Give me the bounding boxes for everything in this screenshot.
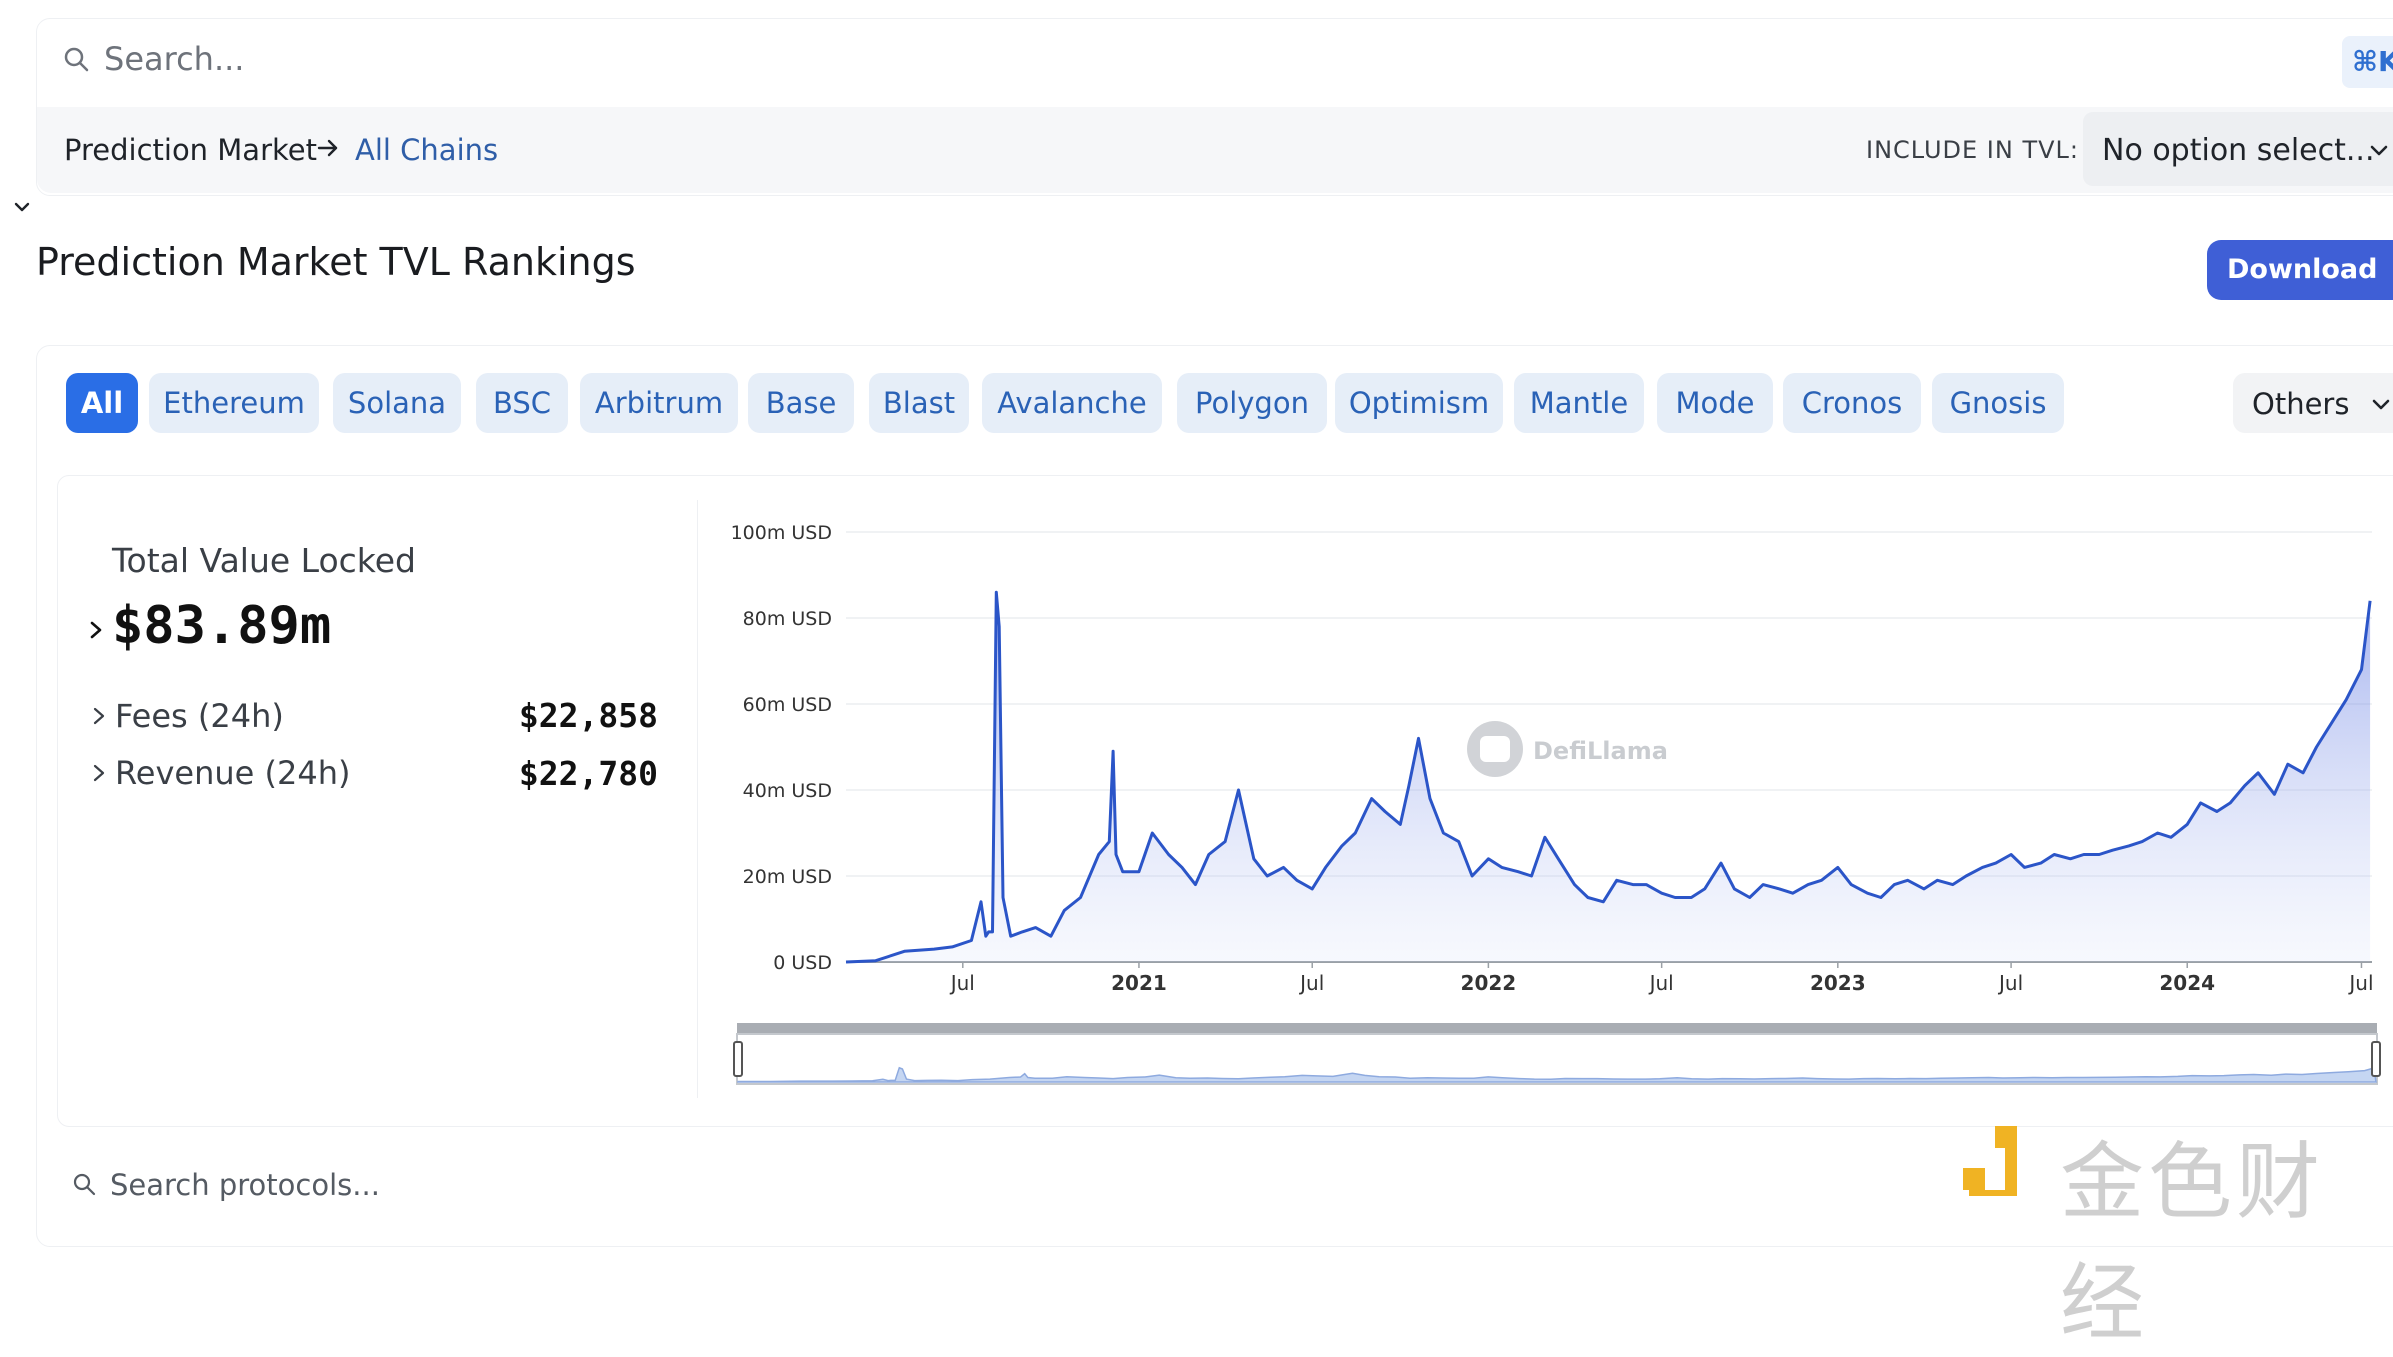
chevron-down-icon <box>2372 399 2390 410</box>
jinse-logo-icon <box>1963 1126 2017 1196</box>
range-slider[interactable] <box>733 1023 2381 1085</box>
include-tvl-value: No option select... <box>2102 133 2375 168</box>
range-handle-right[interactable] <box>2371 1041 2381 1077</box>
x-tick-label: 2022 <box>1461 971 1517 995</box>
y-tick-label: 100m USD <box>731 522 832 544</box>
search-shortcut-badge: ⌘K <box>2342 36 2393 88</box>
tvl-value: $83.89m <box>112 596 332 656</box>
defillama-watermark: DefiLlama <box>1467 721 1668 777</box>
search-input[interactable]: Search... <box>104 40 244 78</box>
y-tick-label: 80m USD <box>743 608 832 630</box>
chain-chip-solana[interactable]: Solana <box>333 373 461 433</box>
tvl-area <box>846 592 2371 962</box>
tvl-label: Total Value Locked <box>112 541 416 580</box>
chain-chip-optimism[interactable]: Optimism <box>1335 373 1503 433</box>
y-tick-label: 20m USD <box>743 866 832 888</box>
jinse-watermark-text: 金色财经 <box>2060 1133 2325 1352</box>
protocol-search-input[interactable]: Search protocols... <box>110 1168 380 1202</box>
x-tick-label: 2021 <box>1111 971 1167 995</box>
chain-chip-cronos[interactable]: Cronos <box>1783 373 1921 433</box>
tvl-chart[interactable]: 0 USD 20m USD 40m USD 60m USD 80m USD 100m US… <box>720 500 2393 1100</box>
search-icon <box>64 47 89 72</box>
chain-chip-polygon[interactable]: Polygon <box>1177 373 1327 433</box>
fees-label: Fees (24h) <box>115 697 284 735</box>
x-tick-label: Jul <box>1648 971 1674 995</box>
breadcrumb-category[interactable]: Prediction Market <box>64 133 317 167</box>
page-title: Prediction Market TVL Rankings <box>36 240 636 284</box>
defillama-watermark-text: DefiLlama <box>1533 737 1668 765</box>
arrow-right-icon <box>317 139 338 157</box>
breadcrumb-chain[interactable]: All Chains <box>355 133 498 167</box>
y-tick-label: 0 USD <box>773 952 832 974</box>
fees-value: $22,858 <box>518 696 658 735</box>
x-tick-label: Jul <box>2347 971 2373 995</box>
revenue-label: Revenue (24h) <box>115 754 351 792</box>
x-tick-label: 2024 <box>2159 971 2215 995</box>
range-handle-left[interactable] <box>733 1041 743 1077</box>
chain-chip-base[interactable]: Base <box>748 373 854 433</box>
chevron-right-icon[interactable] <box>90 705 108 727</box>
chain-chip-all[interactable]: All <box>66 373 138 433</box>
search-icon <box>73 1173 96 1196</box>
download-csv-button[interactable]: Download .csv <box>2207 240 2393 345</box>
chain-chip-gnosis[interactable]: Gnosis <box>1932 373 2064 433</box>
include-tvl-label: INCLUDE IN TVL: <box>1866 136 2079 164</box>
others-label: Others <box>2252 387 2350 421</box>
chevron-right-icon[interactable] <box>90 762 108 784</box>
divider <box>697 500 698 1098</box>
chevron-right-icon[interactable] <box>86 618 106 642</box>
chain-chip-bsc[interactable]: BSC <box>476 373 568 433</box>
chain-chip-ethereum[interactable]: Ethereum <box>149 373 319 433</box>
chain-chip-mantle[interactable]: Mantle <box>1514 373 1644 433</box>
x-tick-label: Jul <box>1997 971 2023 995</box>
x-tick-label: 2023 <box>1810 971 1866 995</box>
y-tick-label: 40m USD <box>743 780 832 802</box>
x-tick-label: Jul <box>1298 971 1324 995</box>
collapse-chevron-icon[interactable] <box>12 197 32 217</box>
x-tick-label: Jul <box>949 971 975 995</box>
y-tick-label: 60m USD <box>743 694 832 716</box>
revenue-value: $22,780 <box>518 754 658 793</box>
chain-chip-avalanche[interactable]: Avalanche <box>982 373 1162 433</box>
chevron-down-icon <box>2370 145 2388 156</box>
chain-chip-mode[interactable]: Mode <box>1657 373 1773 433</box>
chain-chip-blast[interactable]: Blast <box>869 373 969 433</box>
chain-chip-arbitrum[interactable]: Arbitrum <box>580 373 738 433</box>
